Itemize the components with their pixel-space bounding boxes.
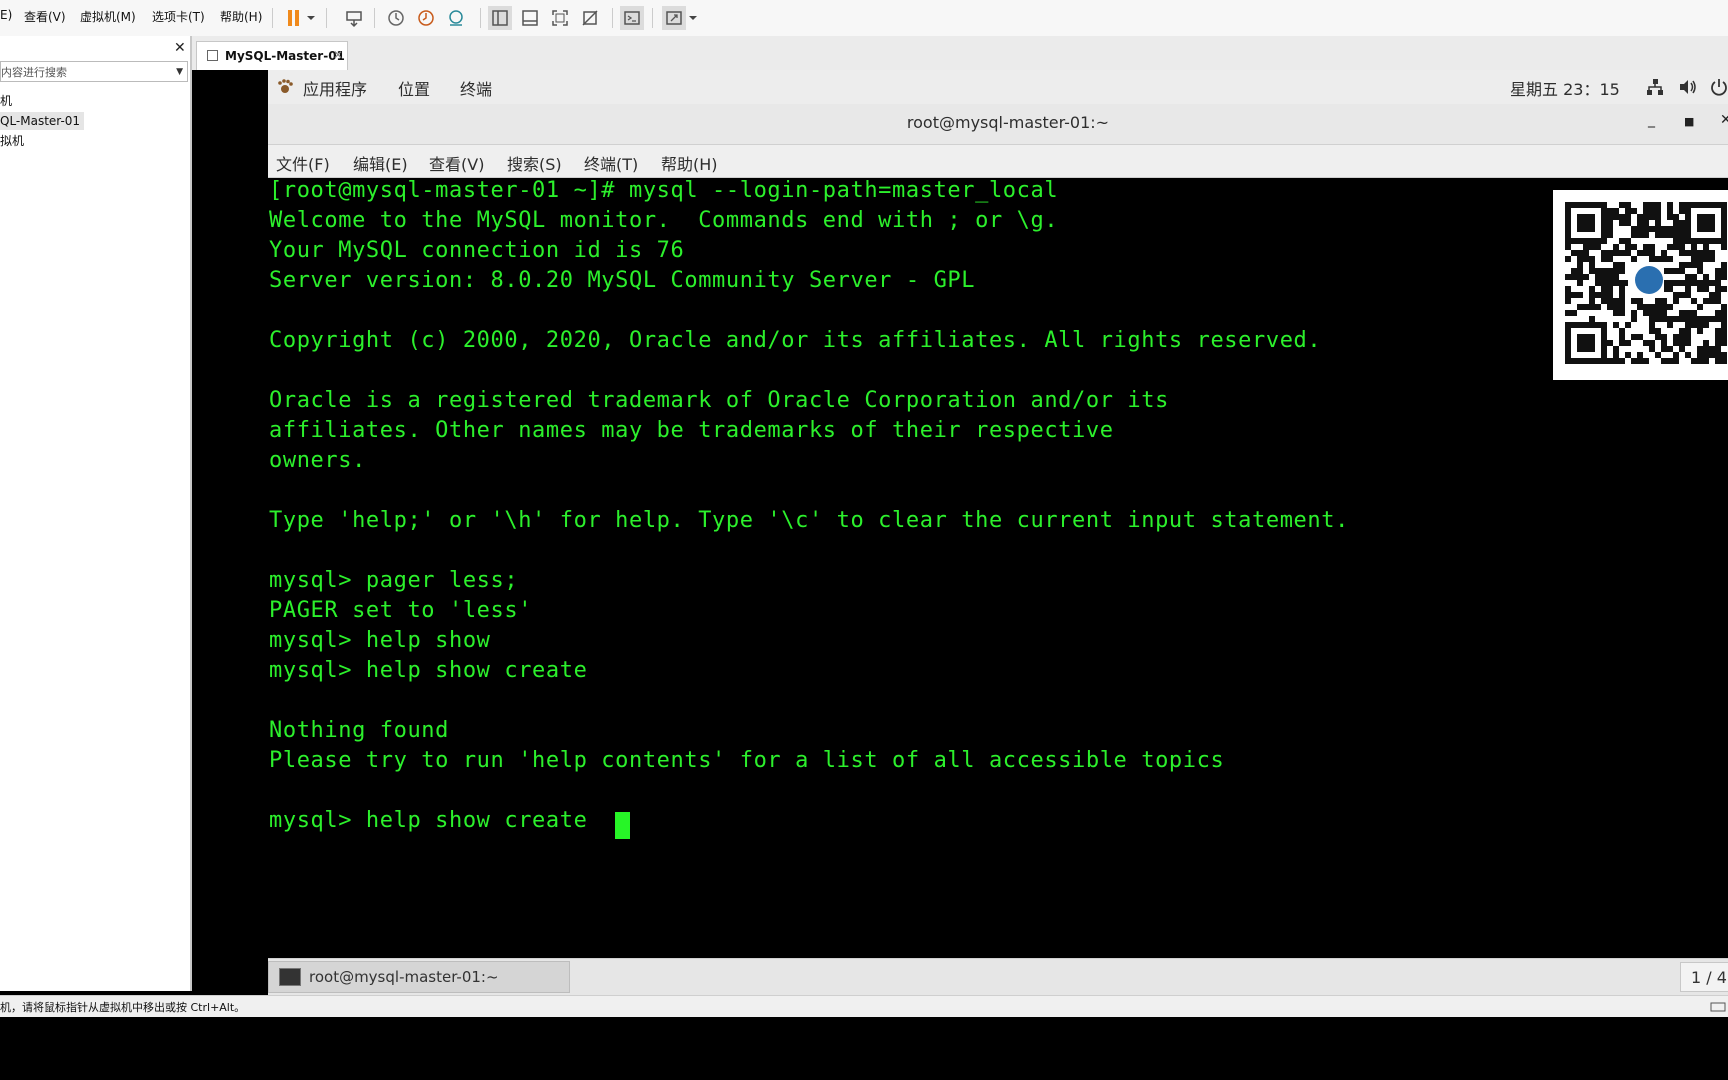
menu-search[interactable]: 搜索(S): [507, 151, 562, 175]
toolbar-divider: [374, 8, 375, 28]
terminal-line: Server version: 8.0.20 MySQL Community S…: [269, 268, 976, 293]
pause-icon[interactable]: [282, 6, 306, 30]
revert-snapshot-icon[interactable]: [414, 6, 438, 30]
minimize-icon[interactable]: _: [1648, 112, 1655, 128]
snapshot-manager-icon[interactable]: [444, 6, 468, 30]
text-cursor: [615, 812, 630, 839]
power-icon[interactable]: [1710, 78, 1728, 100]
menu-file[interactable]: 文件(F): [276, 151, 330, 175]
clock[interactable]: 星期五 23：15: [1510, 76, 1620, 100]
vmware-menubar: E) 查看(V) 虚拟机(M) 选项卡(T) 帮助(H): [0, 0, 1728, 37]
menu-view[interactable]: 查看(V): [24, 8, 66, 25]
menu-vm[interactable]: 虚拟机(M): [80, 8, 136, 25]
terminal-title: root@mysql-master-01:~: [906, 113, 1110, 132]
terminal-line: Your MySQL connection id is 76: [269, 238, 685, 263]
menu-tabs[interactable]: 选项卡(T): [152, 8, 205, 25]
tree-item-mysql-master-01[interactable]: QL-Master-01: [0, 112, 85, 130]
status-message: 机，请将鼠标指针从虚拟机中移出或按 Ctrl+Alt。: [0, 1001, 246, 1014]
terminal-line: Copyright (c) 2000, 2020, Oracle and/or …: [269, 328, 1322, 353]
search-placeholder: 内容进行搜索: [1, 66, 67, 79]
terminal-line: Please try to run 'help contents' for a …: [269, 748, 1225, 773]
terminal-menubar: 文件(F) 编辑(E) 查看(V) 搜索(S) 终端(T) 帮助(H): [268, 145, 1728, 178]
thumbnail-bar-icon[interactable]: [518, 6, 542, 30]
chevron-down-icon[interactable]: ▼: [176, 62, 183, 83]
volume-icon[interactable]: [1678, 78, 1698, 100]
gnome-foot-icon: [276, 78, 294, 100]
menu-view[interactable]: 查看(V): [429, 151, 484, 175]
terminal-line: mysql> help show: [269, 628, 491, 653]
close-icon[interactable]: ✕: [333, 48, 343, 62]
terminal-output[interactable]: [root@mysql-master-01 ~]# mysql --login-…: [268, 178, 1728, 958]
tree-item-shared-vms[interactable]: 拟机: [0, 132, 24, 150]
terminal-app-menu[interactable]: 终端: [460, 76, 492, 100]
console-view-icon[interactable]: [620, 6, 644, 30]
chevron-down-icon[interactable]: [304, 6, 318, 30]
taskbar-window-terminal[interactable]: root@mysql-master-01:~: [268, 961, 570, 993]
unity-icon[interactable]: [578, 6, 602, 30]
terminal-line: mysql> pager less;: [269, 568, 519, 593]
gnome-taskbar: root@mysql-master-01:~ 1 / 4: [268, 958, 1728, 996]
toolbar-divider: [326, 8, 327, 28]
network-icon[interactable]: [1646, 78, 1664, 100]
terminal-line: owners.: [269, 448, 366, 473]
places-menu[interactable]: 位置: [398, 76, 430, 100]
close-icon[interactable]: ✕: [1720, 112, 1728, 128]
chevron-down-icon[interactable]: [686, 6, 700, 30]
device-icon[interactable]: [1710, 999, 1726, 1018]
workspace-indicator[interactable]: 1 / 4: [1680, 962, 1728, 992]
tab-mysql-master-01[interactable]: MySQL-Master-01 ✕: [196, 41, 348, 70]
stretch-view-icon[interactable]: [662, 6, 686, 30]
terminal-line: PAGER set to 'less': [269, 598, 533, 623]
terminal-line: Type 'help;' or '\h' for help. Type '\c'…: [269, 508, 1349, 533]
applications-menu[interactable]: 应用程序: [303, 76, 367, 100]
gnome-top-panel: 应用程序 位置 终端 星期五 23：15: [268, 70, 1728, 105]
vmware-statusbar: 机，请将鼠标指针从虚拟机中移出或按 Ctrl+Alt。: [0, 995, 1728, 1017]
show-library-icon[interactable]: [488, 6, 512, 30]
terminal-icon: [279, 968, 301, 986]
send-ctrl-alt-del-icon[interactable]: [342, 6, 366, 30]
menu-edit[interactable]: 编辑(E): [353, 151, 408, 175]
terminal-line: Oracle is a registered trademark of Orac…: [269, 388, 1169, 413]
toolbar-divider: [272, 8, 273, 28]
vm-tab-strip: MySQL-Master-01 ✕: [192, 36, 1728, 71]
terminal-line: mysql> help show create: [269, 658, 588, 683]
snapshot-icon[interactable]: [384, 6, 408, 30]
tree-item-my-computer[interactable]: 机: [0, 92, 12, 110]
menu-help[interactable]: 帮助(H): [661, 151, 718, 175]
fullscreen-icon[interactable]: [548, 6, 572, 30]
toolbar-divider: [612, 8, 613, 28]
qr-code-image: [1553, 190, 1728, 380]
terminal-prompt-line: mysql> help show create: [269, 808, 588, 833]
toolbar-divider: [652, 8, 653, 28]
maximize-icon[interactable]: ■: [1684, 115, 1694, 128]
menu-terminal[interactable]: 终端(T): [584, 151, 638, 175]
terminal-titlebar: root@mysql-master-01:~ _ ■ ✕: [268, 104, 1728, 145]
tab-label: MySQL-Master-01: [225, 49, 345, 63]
close-icon[interactable]: ✕: [174, 40, 186, 56]
menu-edit[interactable]: E): [0, 8, 12, 22]
library-search-input[interactable]: 内容进行搜索 ▼: [0, 61, 188, 82]
terminal-line: Welcome to the MySQL monitor. Commands e…: [269, 208, 1059, 233]
terminal-line: Nothing found: [269, 718, 449, 743]
library-sidebar: ✕ 内容进行搜索 ▼ 机 QL-Master-01 拟机: [0, 36, 192, 991]
toolbar-divider: [480, 8, 481, 28]
taskbar-window-label: root@mysql-master-01:~: [309, 968, 499, 986]
vm-icon: [207, 50, 218, 61]
menu-help[interactable]: 帮助(H): [220, 8, 262, 25]
terminal-line: affiliates. Other names may be trademark…: [269, 418, 1114, 443]
terminal-line: [root@mysql-master-01 ~]# mysql --login-…: [269, 178, 1059, 203]
